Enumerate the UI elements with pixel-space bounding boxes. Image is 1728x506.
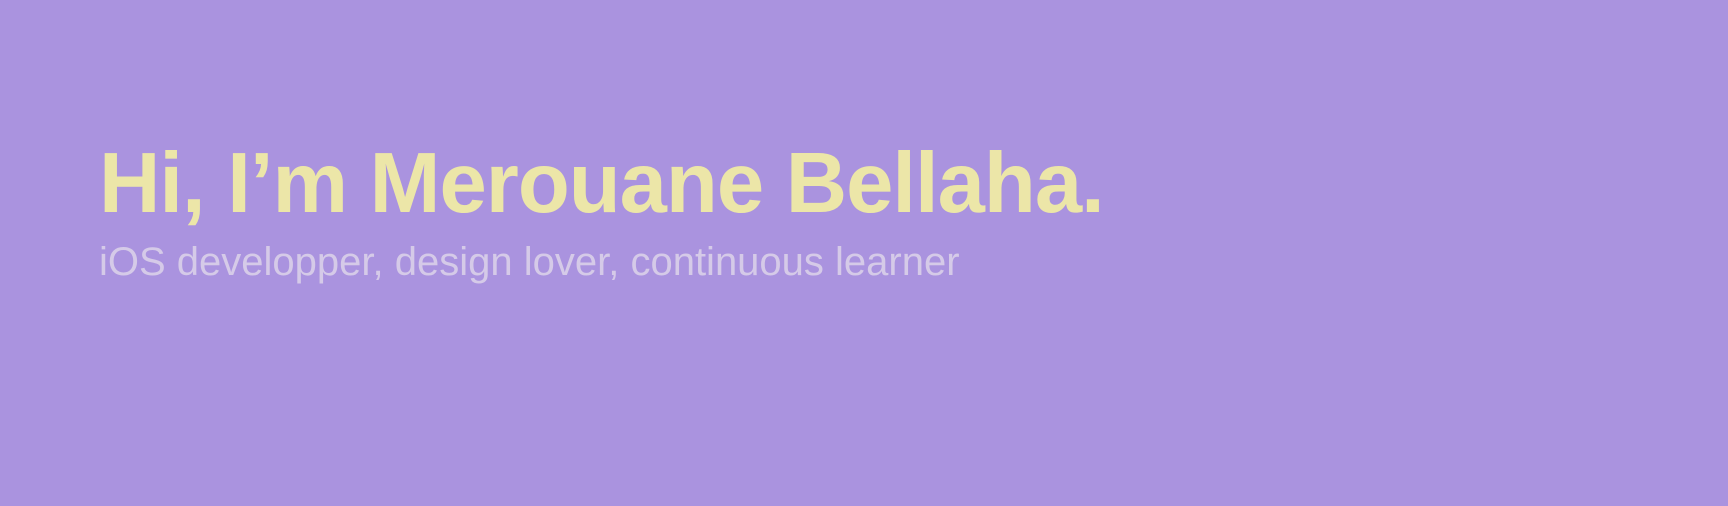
hero-section: Hi, I’m Merouane Bellaha. iOS developper…	[99, 136, 1105, 286]
hero-subtitle: iOS developper, design lover, continuous…	[99, 240, 960, 284]
hero-title: Hi, I’m Merouane Bellaha.	[99, 136, 1105, 231]
